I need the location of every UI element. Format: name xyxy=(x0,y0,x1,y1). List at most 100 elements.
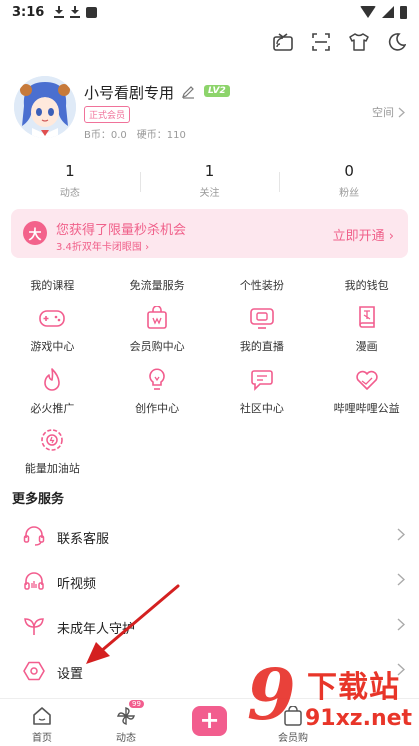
service-community-center[interactable]: 社区中心 xyxy=(210,366,315,422)
stats-row: 1 动态 1 关注 0 粉丝 xyxy=(0,162,419,202)
service-label: 我的直播 xyxy=(239,340,284,353)
row-label: 设置 xyxy=(57,667,84,682)
top-toolbar xyxy=(271,30,409,54)
more-services-heading: 更多服务 xyxy=(12,492,65,507)
flame-icon xyxy=(38,366,66,394)
stat-label: 关注 xyxy=(199,188,220,199)
edit-pencil-icon[interactable] xyxy=(181,84,195,103)
vip-promo-banner[interactable]: 大 您获得了限量秒杀机会 3.4折双年卡闭眼囤 › 立即开通 › xyxy=(11,209,408,258)
service-creator-center[interactable]: 创作中心 xyxy=(105,366,210,422)
app-screen: 3:16 小号看剧专用 LV2 正式会员 B币：0.0 硬币：110 空间 1 … xyxy=(0,0,419,746)
stat-count: 1 xyxy=(65,162,75,180)
stat-count: 0 xyxy=(344,162,354,180)
site-watermark: 9 下载站 91xz.net xyxy=(245,656,415,742)
chevron-right-icon xyxy=(397,618,405,631)
service-label: 漫画 xyxy=(355,340,378,353)
service-label: 能量加油站 xyxy=(24,462,80,475)
nav-dynamic[interactable]: 99 动态 xyxy=(96,700,156,744)
service-label: 创作中心 xyxy=(135,402,180,415)
tv-icon xyxy=(248,304,276,332)
pinwheel-icon: 99 xyxy=(115,700,144,727)
service-label: 社区中心 xyxy=(239,402,284,415)
quick-link-courses[interactable]: 我的课程 xyxy=(0,277,105,293)
member-badge: 正式会员 xyxy=(84,106,131,123)
stat-dynamics[interactable]: 1 动态 xyxy=(0,162,140,202)
chevron-right-icon xyxy=(397,528,405,541)
sprout-icon xyxy=(22,614,46,638)
level-badge: LV2 xyxy=(204,85,230,97)
coin-balance: B币：0.0 硬币：110 xyxy=(84,126,186,141)
scan-icon[interactable] xyxy=(309,30,333,54)
bcoin-value: 0.0 xyxy=(110,130,127,141)
service-charity[interactable]: 哔哩哔哩公益 xyxy=(314,366,419,422)
username: 小号看剧专用 xyxy=(84,84,175,102)
service-my-live[interactable]: 我的直播 xyxy=(210,304,315,360)
gamepad-icon xyxy=(38,304,66,332)
avatar[interactable] xyxy=(14,76,76,138)
row-contact-support[interactable]: 联系客服 xyxy=(0,514,419,559)
publish-plus-button[interactable]: + xyxy=(192,706,227,736)
battery-icon xyxy=(400,5,407,19)
notification-app-icon xyxy=(86,6,98,18)
watermark-text: 下载站 xyxy=(307,670,400,705)
headset-icon xyxy=(22,524,46,548)
chat-icon xyxy=(248,366,276,394)
service-label: 会员购中心 xyxy=(129,340,185,353)
row-label: 联系客服 xyxy=(57,532,110,547)
stat-label: 粉丝 xyxy=(339,188,360,199)
service-member-shop[interactable]: 会员购中心 xyxy=(105,304,210,360)
quick-links: 我的课程 免流量服务 个性装扮 我的钱包 xyxy=(0,277,419,293)
nav-home[interactable]: 首页 xyxy=(12,705,72,744)
service-label: 游戏中心 xyxy=(30,340,75,353)
shopping-bag-icon xyxy=(143,304,171,332)
service-comics[interactable]: 漫画 xyxy=(314,304,419,360)
service-energy-station[interactable]: 能量加油站 xyxy=(0,426,105,482)
headphones-icon xyxy=(22,569,46,593)
row-label: 未成年人守护 xyxy=(57,622,136,637)
service-promotion[interactable]: 必火推广 xyxy=(0,366,105,422)
quick-link-free-data[interactable]: 免流量服务 xyxy=(105,277,210,293)
chevron-right-icon xyxy=(398,107,405,117)
vip-open-label: 立即开通 xyxy=(332,229,385,244)
row-listen-video[interactable]: 听视频 xyxy=(0,559,419,604)
service-label: 哔哩哔哩公益 xyxy=(333,402,400,415)
vip-open-button[interactable]: 立即开通 › xyxy=(333,225,394,244)
watermark-url: 91xz.net xyxy=(305,706,413,731)
stat-following[interactable]: 1 关注 xyxy=(139,162,280,202)
lightbulb-icon xyxy=(143,366,171,394)
bcoin-label: B币： xyxy=(84,130,111,141)
status-time: 3:16 xyxy=(12,4,45,20)
space-label: 空间 xyxy=(372,106,394,119)
service-game-center[interactable]: 游戏中心 xyxy=(0,304,105,360)
space-link[interactable]: 空间 xyxy=(372,104,405,120)
heart-hands-icon xyxy=(353,366,381,394)
status-bar: 3:16 xyxy=(0,0,419,24)
dynamic-badge: 99 xyxy=(129,700,144,708)
row-label: 听视频 xyxy=(57,577,97,592)
row-minor-protection[interactable]: 未成年人守护 xyxy=(0,604,419,649)
coins-value: 110 xyxy=(166,130,186,141)
stat-label: 动态 xyxy=(59,188,80,199)
vip-banner-subtitle: 3.4折双年卡闭眼囤 › xyxy=(56,242,150,253)
theme-shirt-icon[interactable] xyxy=(347,30,371,54)
stat-fans[interactable]: 0 粉丝 xyxy=(279,162,419,202)
download-icon xyxy=(54,6,65,18)
service-label: 必火推广 xyxy=(30,402,75,415)
watermark-logo: 9 xyxy=(247,653,296,736)
nav-label: 动态 xyxy=(116,733,136,744)
home-icon xyxy=(31,705,53,727)
chevron-right-icon xyxy=(397,573,405,586)
settings-hexagon-icon xyxy=(22,659,46,683)
coins-label: 硬币： xyxy=(136,130,167,141)
vip-icon: 大 xyxy=(23,221,47,245)
energy-station-icon xyxy=(38,426,66,454)
wifi-icon xyxy=(360,6,376,18)
quick-link-dress-up[interactable]: 个性装扮 xyxy=(210,277,315,293)
vip-banner-title: 您获得了限量秒杀机会 xyxy=(56,223,187,238)
night-mode-moon-icon[interactable] xyxy=(385,30,409,54)
quick-link-wallet[interactable]: 我的钱包 xyxy=(314,277,419,293)
signal-icon xyxy=(382,6,394,18)
tv-cast-icon[interactable] xyxy=(271,30,295,54)
stat-count: 1 xyxy=(204,162,215,180)
nav-label: 首页 xyxy=(32,733,52,744)
